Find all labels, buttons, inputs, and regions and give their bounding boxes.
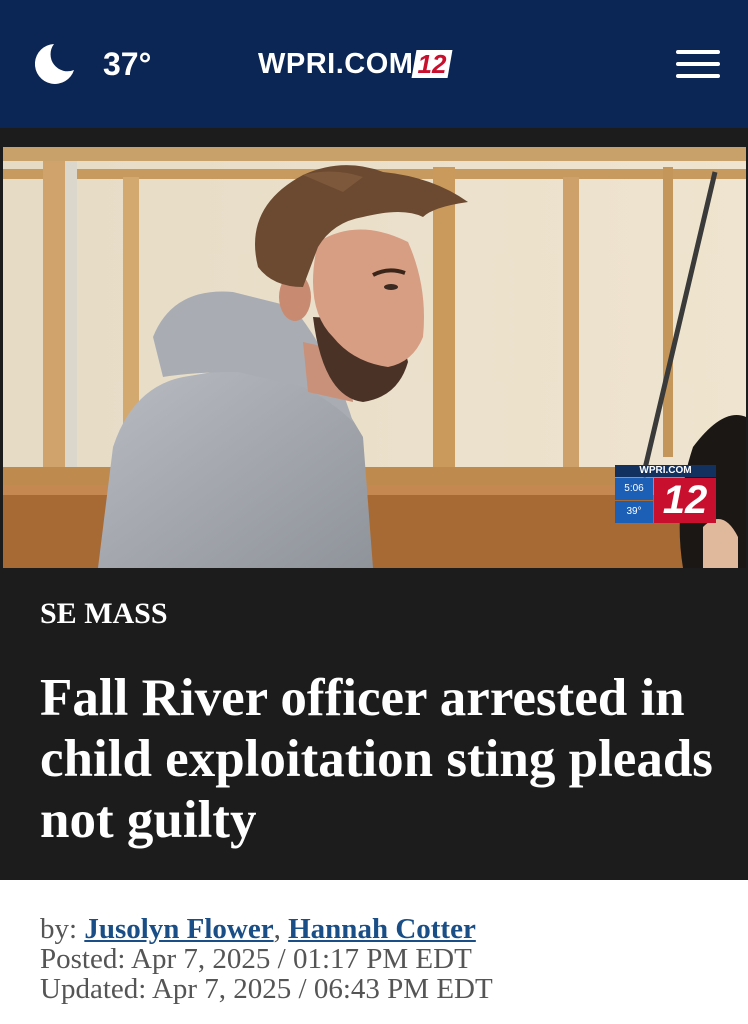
temperature[interactable]: 37° <box>103 44 151 84</box>
station-bug: WPRI.COM 5:06 39° 12 <box>615 465 716 525</box>
author-separator: , <box>273 913 289 945</box>
posted-date: Posted: Apr 7, 2025 / 01:17 PM EDT <box>40 943 472 975</box>
bug-channel-number: 12 <box>654 478 716 523</box>
hamburger-menu-icon[interactable] <box>676 50 720 80</box>
byline-authors: by: Jusolyn Flower, Hannah Cotter <box>40 914 730 944</box>
bug-site-label: WPRI.COM <box>615 465 716 477</box>
updated-date: Updated: Apr 7, 2025 / 06:43 PM EDT <box>40 973 493 1005</box>
bug-temp: 39° <box>615 501 653 523</box>
site-header: 37° WPRI.COM 12 <box>0 0 748 128</box>
article-headline: Fall River officer arrested in child exp… <box>40 669 713 849</box>
article-byline: by: Jusolyn Flower, Hannah Cotter Posted… <box>40 914 730 1004</box>
moon-icon <box>34 44 74 84</box>
byline-label: by: <box>40 913 85 945</box>
site-logo[interactable]: WPRI.COM 12 <box>258 44 453 84</box>
author-link[interactable]: Hannah Cotter <box>288 913 476 945</box>
article-photo[interactable]: WPRI.COM 5:06 39° 12 <box>3 147 746 568</box>
author-link[interactable]: Jusolyn Flower <box>84 913 273 945</box>
article-category[interactable]: SE MASS <box>40 596 168 632</box>
logo-badge: 12 <box>411 49 453 79</box>
bug-time: 5:06 <box>615 478 653 500</box>
logo-text: WPRI.COM <box>258 48 414 80</box>
